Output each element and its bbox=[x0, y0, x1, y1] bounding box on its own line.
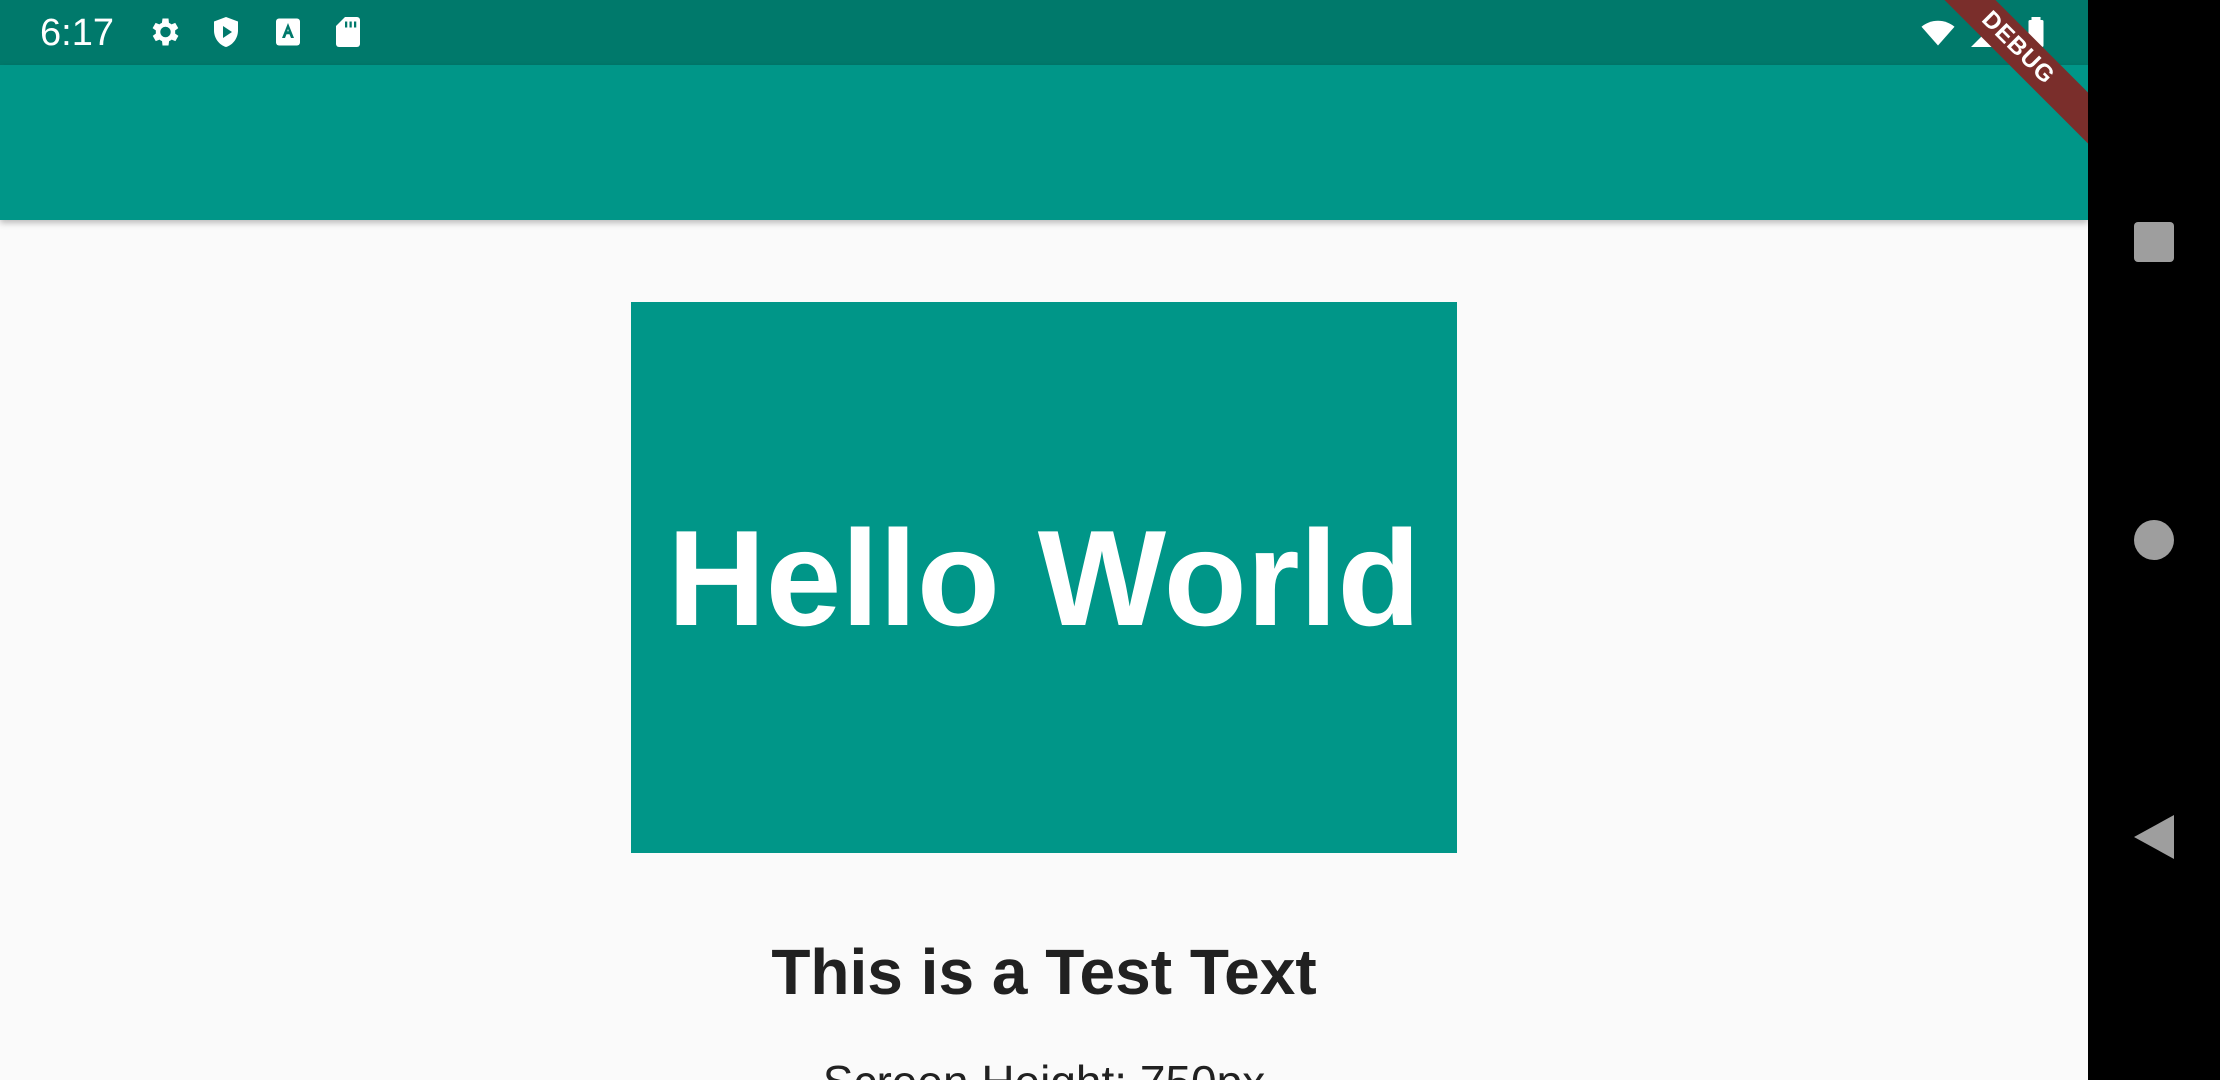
sd-card-icon bbox=[336, 17, 360, 47]
wifi-icon bbox=[1921, 20, 1955, 46]
recents-button[interactable] bbox=[2132, 220, 2176, 264]
gear-icon bbox=[152, 18, 179, 46]
status-time: 6:17 bbox=[40, 12, 114, 54]
home-button[interactable] bbox=[2132, 518, 2176, 562]
play-shield-icon bbox=[214, 17, 238, 47]
app-screen: 6:17 DEBUG Hello World This is a Test Te… bbox=[0, 0, 2088, 1080]
font-icon bbox=[276, 18, 300, 46]
navigation-bar bbox=[2088, 0, 2220, 1080]
back-button[interactable] bbox=[2132, 815, 2176, 859]
hello-world-box: Hello World bbox=[631, 302, 1457, 853]
test-text: This is a Test Text bbox=[771, 936, 1317, 1008]
hello-world-text: Hello World bbox=[667, 501, 1421, 654]
screen-height-text: Screen Height: 750px bbox=[0, 1055, 2088, 1080]
app-bar bbox=[0, 65, 2088, 220]
status-bar: 6:17 bbox=[0, 0, 2088, 65]
